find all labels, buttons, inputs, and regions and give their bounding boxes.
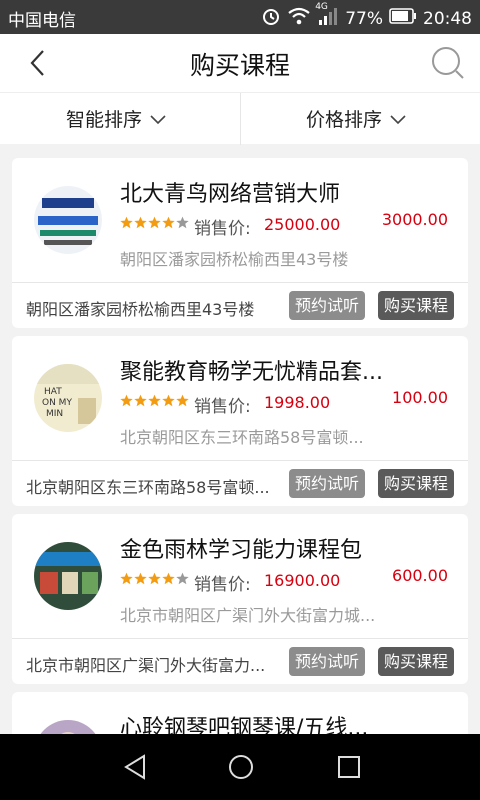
divider — [12, 282, 468, 283]
network-type: 4G — [315, 2, 328, 12]
back-nav-icon[interactable] — [120, 752, 150, 782]
app-bar: 购买课程 — [0, 34, 480, 92]
course-address: 北京市朝阳区广渠门外大街富力城... — [120, 606, 376, 625]
course-name: 金色雨林学习能力课程包 — [120, 538, 363, 563]
sale-price: 16900.00 — [264, 571, 341, 590]
trial-button[interactable]: 预约试听 — [289, 291, 366, 320]
star-icon — [134, 394, 147, 407]
original-price: 100.00 — [392, 388, 448, 407]
divider — [12, 460, 468, 461]
original-price: 600.00 — [392, 566, 448, 585]
clock: 20:48 — [423, 8, 472, 29]
star-icon — [120, 216, 133, 229]
svg-text:HAT: HAT — [44, 387, 62, 397]
course-address-footer: 朝阳区潘家园桥松榆西里43号楼 — [26, 300, 255, 319]
home-nav-icon[interactable] — [226, 752, 256, 782]
original-price: 3000.00 — [381, 210, 448, 229]
svg-text:MIN: MIN — [46, 409, 63, 419]
star-icon — [120, 394, 133, 407]
course-card[interactable]: HAT ON MY MIN 聚能教育畅学无忧精品套... 销售价: 1998.0… — [12, 336, 468, 506]
smart-sort-label: 智能排序 — [66, 109, 143, 131]
alarm-icon — [261, 6, 281, 31]
status-bar: 中国电信 4G 77% 20:48 — [0, 0, 480, 34]
course-name: 聚能教育畅学无忧精品套... — [120, 360, 383, 385]
sort-bar: 智能排序 价格排序 — [0, 92, 480, 145]
divider — [12, 638, 468, 639]
trial-button[interactable]: 预约试听 — [289, 469, 366, 498]
buy-button[interactable]: 购买课程 — [378, 647, 455, 676]
rating-stars — [120, 394, 190, 407]
recents-nav-icon[interactable] — [334, 752, 364, 782]
smart-sort-dropdown[interactable]: 智能排序 — [66, 105, 166, 132]
star-icon — [176, 572, 189, 585]
price-sort-dropdown[interactable]: 价格排序 — [306, 105, 406, 132]
trial-button[interactable]: 预约试听 — [289, 647, 366, 676]
divider — [240, 93, 241, 145]
svg-text:ON MY: ON MY — [42, 398, 72, 408]
system-nav-bar — [0, 734, 480, 800]
course-thumbnail — [34, 186, 102, 254]
star-icon — [120, 572, 133, 585]
buy-button[interactable]: 购买课程 — [378, 291, 455, 320]
price-sort-label: 价格排序 — [306, 109, 383, 131]
signal-icon: 4G — [315, 2, 339, 31]
battery-percent: 77% — [345, 8, 383, 29]
search-icon[interactable] — [430, 45, 466, 81]
star-icon — [176, 394, 189, 407]
star-icon — [176, 216, 189, 229]
sale-price: 25000.00 — [264, 215, 341, 234]
course-card[interactable]: 金色雨林学习能力课程包 销售价: 16900.00 600.00 北京市朝阳区广… — [12, 514, 468, 684]
sale-price: 1998.00 — [264, 393, 331, 412]
course-thumbnail: HAT ON MY MIN — [34, 364, 102, 432]
course-name: 北大青鸟网络营销大师 — [120, 182, 341, 207]
star-icon — [134, 572, 147, 585]
star-icon — [148, 572, 161, 585]
sale-price-label: 销售价: — [194, 575, 251, 595]
sale-price-label: 销售价: — [194, 219, 251, 239]
course-address-footer: 北京朝阳区东三环南路58号富顿... — [26, 478, 270, 497]
carrier-label: 中国电信 — [8, 11, 76, 31]
star-icon — [162, 572, 175, 585]
star-icon — [148, 216, 161, 229]
star-icon — [134, 216, 147, 229]
course-address: 北京朝阳区东三环南路58号富顿... — [120, 428, 364, 447]
rating-stars — [120, 216, 190, 229]
star-icon — [162, 216, 175, 229]
course-address: 朝阳区潘家园桥松榆西里43号楼 — [120, 250, 349, 269]
course-card[interactable]: 北大青鸟网络营销大师 销售价: 25000.00 3000.00 朝阳区潘家园桥… — [12, 158, 468, 328]
wifi-icon — [287, 6, 311, 31]
buy-button[interactable]: 购买课程 — [378, 469, 455, 498]
star-icon — [148, 394, 161, 407]
sale-price-label: 销售价: — [194, 397, 251, 417]
rating-stars — [120, 572, 190, 585]
course-thumbnail — [34, 542, 102, 610]
battery-icon — [389, 8, 417, 29]
star-icon — [162, 394, 175, 407]
chevron-down-icon — [150, 108, 166, 130]
chevron-down-icon — [390, 108, 406, 130]
course-address-footer: 北京市朝阳区广渠门外大街富力... — [26, 656, 266, 675]
page-title: 购买课程 — [189, 51, 290, 80]
